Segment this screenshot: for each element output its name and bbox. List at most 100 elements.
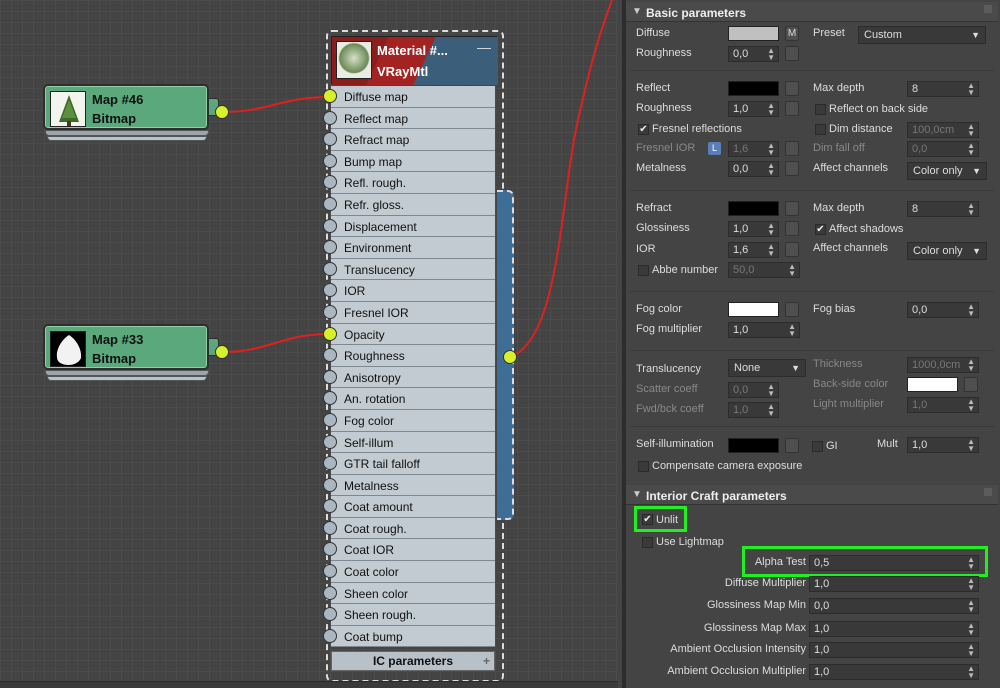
ao-intensity-spinner[interactable]: 1,0 ▲ ▼ [809, 642, 979, 658]
back-side-color-swatch[interactable] [907, 377, 958, 392]
slot-input-socket[interactable] [323, 607, 337, 622]
preset-dropdown[interactable]: Custom ▼ [858, 26, 986, 44]
slot-input-socket[interactable] [323, 326, 337, 341]
material-slot[interactable]: Refr. gloss. [323, 193, 495, 216]
gi-checkbox[interactable] [812, 441, 823, 452]
material-slot[interactable]: Coat amount [323, 496, 495, 518]
ic-parameters-group[interactable]: IC parameters + [331, 651, 495, 671]
material-slot[interactable]: Environment [323, 237, 495, 259]
refract-affect-channels-dropdown[interactable]: Color only ▼ [907, 242, 987, 260]
spinner-arrows-icon[interactable]: ▲ ▼ [767, 403, 775, 418]
output-socket[interactable] [215, 345, 229, 359]
light-multiplier-spinner[interactable]: 1,0 ▲ ▼ [907, 397, 979, 413]
spinner-arrows-icon[interactable]: ▲ ▼ [788, 263, 796, 278]
refract-map-button[interactable] [785, 201, 799, 216]
roughness-spinner[interactable]: 0,0 ▲ ▼ [728, 46, 779, 62]
fresnel-reflections-checkbox[interactable]: ✔ [638, 124, 649, 135]
map-node-33[interactable]: Map #33 Bitmap [43, 324, 229, 388]
material-slot[interactable]: Fresnel IOR [323, 301, 495, 324]
unlit-checkbox[interactable]: ✔ [642, 514, 653, 525]
collapse-arrow-icon[interactable]: ▼ [632, 6, 642, 17]
diffuse-color-swatch[interactable] [728, 26, 779, 41]
self-illumination-color-swatch[interactable] [728, 438, 779, 453]
glossiness-map-max-spinner[interactable]: 1,0 ▲ ▼ [809, 621, 979, 637]
material-slot[interactable]: Reflect map [323, 107, 495, 130]
spinner-arrows-icon[interactable]: ▲ ▼ [967, 665, 975, 680]
slot-input-socket[interactable] [323, 542, 337, 557]
ao-multiplier-spinner[interactable]: 1,0 ▲ ▼ [809, 664, 979, 680]
fog-color-map-button[interactable] [785, 302, 799, 317]
slot-input-socket[interactable] [323, 564, 337, 579]
dim-falloff-spinner[interactable]: 0,0 ▲ ▼ [907, 141, 979, 157]
slot-input-socket[interactable] [323, 196, 337, 211]
refl-roughness-spinner[interactable]: 1,0 ▲ ▼ [728, 101, 779, 117]
rollout-basic-parameters[interactable]: ▼ Basic parameters [626, 2, 998, 22]
material-slot[interactable]: GTR tail falloff [323, 453, 495, 475]
spinner-arrows-icon[interactable]: ▲ ▼ [967, 398, 975, 413]
map-node-body[interactable]: Map #46 Bitmap [43, 84, 209, 130]
spinner-arrows-icon[interactable]: ▲ ▼ [767, 243, 775, 258]
spinner-arrows-icon[interactable]: ▲ ▼ [967, 142, 975, 157]
use-lightmap-checkbox[interactable] [642, 537, 653, 548]
slot-input-socket[interactable] [323, 261, 337, 276]
material-slot[interactable]: Coat bump [323, 625, 495, 648]
slot-input-socket[interactable] [323, 391, 337, 406]
spinner-arrows-icon[interactable]: ▲ ▼ [967, 123, 975, 138]
abbe-number-checkbox[interactable] [638, 265, 649, 276]
ior-spinner[interactable]: 1,6 ▲ ▼ [728, 242, 779, 258]
fog-multiplier-spinner[interactable]: 1,0 ▲ ▼ [728, 322, 800, 338]
slot-input-socket[interactable] [323, 520, 337, 535]
reflect-color-swatch[interactable] [728, 81, 779, 96]
slot-input-socket[interactable] [323, 628, 337, 643]
ior-map-button[interactable] [785, 242, 799, 257]
slot-input-socket[interactable] [323, 153, 337, 168]
material-slot[interactable]: Sheen rough. [323, 604, 495, 626]
material-slot[interactable]: Translucency [323, 258, 495, 281]
material-slot[interactable]: Metalness [323, 474, 495, 497]
material-slot[interactable]: Self-illum [323, 431, 495, 454]
spinner-arrows-icon[interactable]: ▲ ▼ [767, 222, 775, 237]
spinner-arrows-icon[interactable]: ▲ ▼ [967, 577, 975, 592]
spinner-arrows-icon[interactable]: ▲ ▼ [967, 556, 975, 571]
diffuse-map-button[interactable]: M [785, 26, 799, 41]
thickness-spinner[interactable]: 1000,0cm ▲ ▼ [907, 357, 979, 373]
slot-input-socket[interactable] [323, 132, 337, 147]
fresnel-ior-map-button[interactable] [785, 141, 799, 156]
slot-input-socket[interactable] [323, 240, 337, 255]
slot-input-socket[interactable] [323, 369, 337, 384]
spinner-arrows-icon[interactable]: ▲ ▼ [967, 643, 975, 658]
metalness-map-button[interactable] [785, 161, 799, 176]
dim-distance-spinner[interactable]: 100,0cm ▲ ▼ [907, 122, 979, 138]
output-socket[interactable] [215, 105, 229, 119]
spinner-arrows-icon[interactable]: ▲ ▼ [967, 358, 975, 373]
spinner-arrows-icon[interactable]: ▲ ▼ [767, 142, 775, 157]
slot-input-socket[interactable] [323, 218, 337, 233]
spinner-arrows-icon[interactable]: ▲ ▼ [967, 599, 975, 614]
spinner-arrows-icon[interactable]: ▲ ▼ [967, 622, 975, 637]
refr-max-depth-spinner[interactable]: 8 ▲ ▼ [907, 201, 979, 217]
roughness-map-button[interactable] [785, 46, 799, 61]
slot-input-socket[interactable] [323, 499, 337, 514]
slot-input-socket[interactable] [323, 585, 337, 600]
fog-color-swatch[interactable] [728, 302, 779, 317]
fwd-bck-coeff-spinner[interactable]: 1,0 ▲ ▼ [728, 402, 779, 418]
material-output-socket[interactable] [503, 350, 517, 364]
spinner-arrows-icon[interactable]: ▲ ▼ [967, 82, 975, 97]
minimize-button[interactable]: — [477, 39, 491, 55]
alpha-test-spinner[interactable]: 0,5 ▲ ▼ [809, 555, 979, 571]
metalness-spinner[interactable]: 0,0 ▲ ▼ [728, 161, 779, 177]
refract-color-swatch[interactable] [728, 201, 779, 216]
glossiness-spinner[interactable]: 1,0 ▲ ▼ [728, 221, 779, 237]
material-slot[interactable]: Fog color [323, 409, 495, 432]
material-slot[interactable]: Coat IOR [323, 539, 495, 562]
max-depth-spinner[interactable]: 8 ▲ ▼ [907, 81, 979, 97]
translucency-dropdown[interactable]: None ▼ [728, 359, 806, 377]
slot-input-socket[interactable] [323, 477, 337, 492]
material-slot[interactable]: Coat rough. [323, 517, 495, 540]
spinner-arrows-icon[interactable]: ▲ ▼ [767, 383, 775, 398]
reflect-map-button[interactable] [785, 81, 799, 96]
slot-input-socket[interactable] [323, 283, 337, 298]
affect-shadows-checkbox[interactable]: ✔ [815, 224, 826, 235]
fresnel-ior-spinner[interactable]: 1,6 ▲ ▼ [728, 141, 779, 157]
spinner-arrows-icon[interactable]: ▲ ▼ [767, 102, 775, 117]
